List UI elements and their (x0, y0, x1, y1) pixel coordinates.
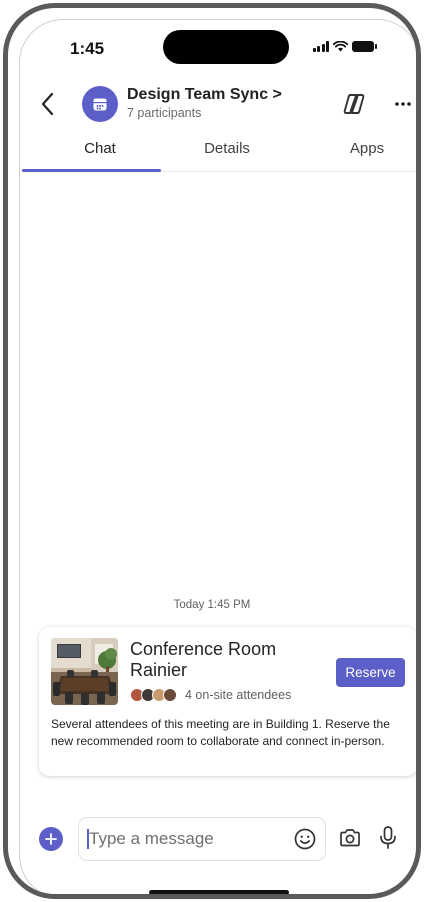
calendar-icon (93, 98, 107, 111)
attendee-count-label: 4 on-site attendees (185, 688, 292, 702)
home-indicator[interactable] (149, 890, 289, 894)
add-attachment-button[interactable] (39, 827, 63, 851)
wifi-icon (333, 41, 348, 52)
room-name: Conference Room Rainier (130, 639, 277, 680)
cellular-signal-icon (312, 41, 329, 52)
attendee-row: 4 on-site attendees (130, 688, 291, 702)
participant-count: 7 participants (127, 106, 202, 120)
attendee-avatar (163, 688, 177, 702)
tab-chat[interactable]: Chat (38, 140, 162, 170)
tab-details[interactable]: Details (177, 140, 277, 170)
chevron-left-icon (41, 92, 54, 116)
selected-tab-indicator (22, 169, 161, 172)
back-button[interactable] (34, 88, 62, 120)
microphone-button[interactable] (377, 825, 399, 851)
emoji-icon (294, 828, 316, 850)
camera-button[interactable] (338, 826, 362, 850)
message-box[interactable] (79, 818, 325, 860)
message-composer (8, 814, 416, 862)
tab-apps[interactable]: Apps (322, 140, 412, 170)
chat-title[interactable]: Design Team Sync > (127, 86, 282, 104)
message-input[interactable] (89, 826, 279, 852)
reserve-button[interactable]: Reserve (336, 658, 405, 687)
status-bar: 1:45 (8, 8, 416, 68)
more-options-button[interactable] (390, 90, 416, 118)
meeting-avatar[interactable] (82, 86, 118, 122)
dynamic-island (163, 30, 289, 64)
battery-icon (352, 41, 377, 52)
tab-bar: Chat Details Apps (22, 132, 416, 172)
more-horizontal-icon (395, 102, 411, 106)
plus-icon (45, 833, 57, 845)
copilot-icon (343, 94, 365, 114)
chat-header: Design Team Sync > 7 participants (8, 78, 416, 128)
emoji-button[interactable] (293, 827, 317, 851)
attendee-avatars (130, 688, 177, 702)
card-description: Several attendees of this meeting are in… (51, 717, 390, 748)
microphone-icon (380, 826, 396, 849)
copilot-button[interactable] (340, 90, 368, 118)
room-suggestion-card[interactable]: Conference Room Rainier Reserve 4 on-sit… (39, 627, 416, 776)
conference-room-photo (51, 638, 118, 705)
status-icons (312, 41, 377, 52)
status-time: 1:45 (70, 39, 105, 58)
phone-frame: 1:45 Design Team Sync > 7 participants C… (3, 3, 421, 899)
message-timestamp: Today 1:45 PM (173, 599, 251, 611)
camera-icon (340, 829, 360, 847)
